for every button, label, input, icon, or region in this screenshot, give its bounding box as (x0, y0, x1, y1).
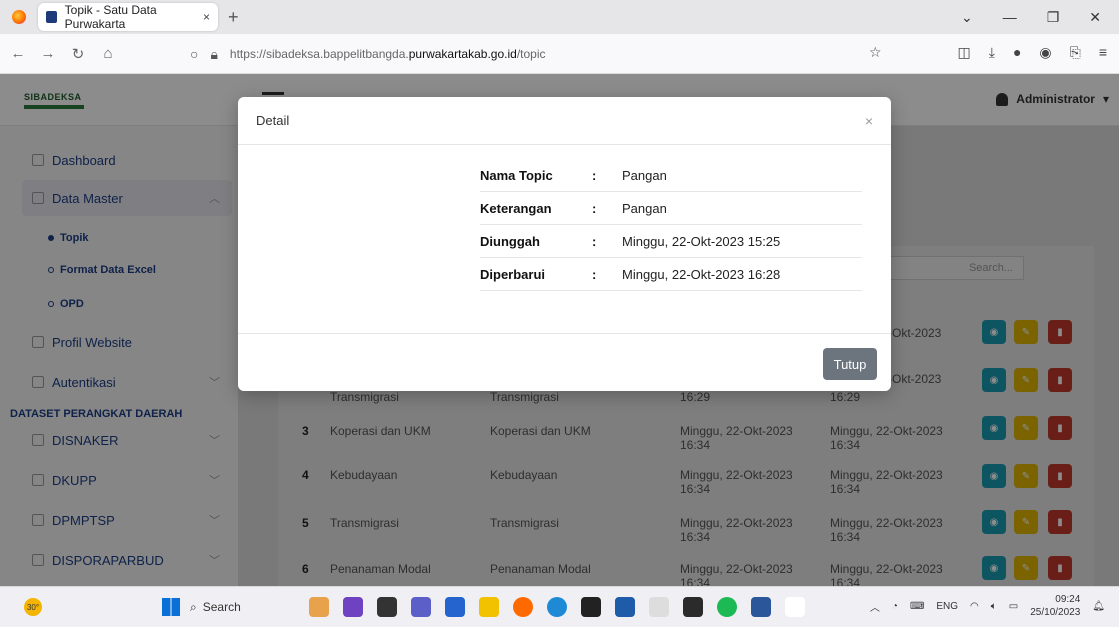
back-icon[interactable]: ← (6, 45, 30, 62)
detail-row-keterangan: Keterangan: Pangan (480, 192, 862, 225)
taskbar-app-icon[interactable] (580, 597, 601, 617)
weather-icon[interactable]: 30° (24, 598, 42, 616)
browser-navbar: ← → ↻ ⌂ ○ 🔒︎ https://sibadeksa.bappelitba… (0, 34, 1119, 74)
taskbar-app-icon[interactable] (444, 597, 465, 617)
url-path: /topic (516, 47, 546, 61)
minimize-icon[interactable]: — (1003, 9, 1017, 26)
url-host: purwakartakab.go.id (408, 47, 517, 61)
taskbar-app-icon[interactable] (614, 597, 635, 617)
wifi-icon[interactable]: ◠ (970, 601, 979, 612)
spotify-icon[interactable] (716, 597, 737, 617)
firefox-icon[interactable] (12, 10, 26, 24)
detail-row-nama-topic: Nama Topic: Pangan (480, 159, 862, 192)
menu-icon[interactable]: ≡ (1099, 44, 1107, 61)
volume-icon[interactable]: 🔈︎ (991, 601, 997, 612)
browser-tab[interactable]: Topik - Satu Data Purwakarta × (38, 3, 218, 31)
clock[interactable]: 09:24 25/10/2023 (1030, 593, 1080, 619)
keyboard-icon[interactable]: ⌨ (910, 601, 924, 612)
taskbar-app-icon[interactable] (376, 597, 397, 617)
close-button[interactable]: Tutup (823, 348, 877, 380)
home-icon[interactable]: ⌂ (96, 45, 120, 62)
bookmark-star-icon[interactable]: ☆ (869, 44, 882, 61)
firefox-taskbar-icon[interactable] (512, 597, 533, 617)
extension-icon[interactable]: ● (1013, 44, 1021, 61)
taskbar-app-icon[interactable] (410, 597, 431, 617)
taskbar-app-icon[interactable] (308, 597, 329, 617)
taskbar-app-icon[interactable] (682, 597, 703, 617)
taskbar-app-icon[interactable] (478, 597, 499, 617)
windows-start-icon[interactable] (162, 598, 180, 616)
url-bar[interactable]: ○ 🔒︎ https://sibadeksa.bappelitbangda. pur… (190, 40, 890, 68)
shield-icon[interactable]: ○ (190, 46, 198, 63)
detail-modal: Detail × Nama Topic: Pangan Keterangan: Pa… (238, 97, 891, 391)
url-prefix: https://sibadeksa.bappelitbangda. (229, 47, 409, 61)
tray-app-icon[interactable]: ◔ (892, 601, 898, 612)
tab-title: Topik - Satu Data Purwakarta (64, 3, 157, 31)
battery-icon[interactable]: ▭ (1009, 601, 1018, 612)
forward-icon[interactable]: → (36, 45, 60, 62)
search-icon: ⌕ (190, 599, 197, 614)
new-tab-button[interactable]: + (228, 7, 239, 28)
modal-header: Detail × (238, 97, 891, 145)
detail-row-diperbarui: Diperbarui: Minggu, 22-Okt-2023 16:28 (480, 258, 862, 291)
notification-bell-icon[interactable]: 🔔︎ (1092, 601, 1105, 612)
taskbar-app-icon[interactable] (648, 597, 669, 617)
maximize-icon[interactable]: ❐ (1047, 9, 1060, 26)
site-favicon-icon (46, 11, 57, 23)
downloads-icon[interactable]: ⤓ (989, 44, 995, 61)
tray-chevron-up-icon[interactable]: ︿ (870, 599, 880, 614)
account-icon[interactable]: ◉ (1039, 44, 1051, 61)
taskbar-app-icon[interactable] (784, 597, 805, 617)
modal-footer: Tutup (238, 333, 891, 391)
language-indicator[interactable]: ENG (936, 601, 958, 612)
lock-icon[interactable]: 🔒︎ (210, 46, 217, 63)
system-tray: ︿ ◔ ⌨ ENG ◠ 🔈︎ ▭ 09:24 25/10/2023 🔔︎ (870, 593, 1105, 619)
tab-close-button[interactable]: × (203, 10, 210, 24)
detail-table: Nama Topic: Pangan Keterangan: Pangan Diun… (480, 159, 862, 291)
window-close-icon[interactable]: ✕ (1089, 9, 1101, 26)
detail-row-diunggah: Diunggah: Minggu, 22-Okt-2023 15:25 (480, 225, 862, 258)
share-icon[interactable]: ⎘ (1070, 44, 1081, 61)
modal-title: Detail (256, 113, 290, 128)
browser-tabbar: Topik - Satu Data Purwakarta × + ⌄ — ❐ ✕ (0, 0, 1119, 34)
taskbar-app-icon[interactable] (342, 597, 363, 617)
pocket-icon[interactable]: ◫ (958, 44, 971, 61)
edge-taskbar-icon[interactable] (546, 597, 567, 617)
tab-list-chevron-icon[interactable]: ⌄ (961, 9, 973, 26)
taskbar-search[interactable]: ⌕ Search (190, 600, 241, 615)
windows-taskbar: 30° ⌕ Search ︿ ◔ ⌨ ENG ◠ 🔈︎ ▭ 09:24 25/10/… (0, 586, 1119, 627)
modal-close-icon[interactable]: × (865, 113, 873, 129)
word-icon[interactable] (750, 597, 771, 617)
reload-icon[interactable]: ↻ (66, 45, 90, 63)
